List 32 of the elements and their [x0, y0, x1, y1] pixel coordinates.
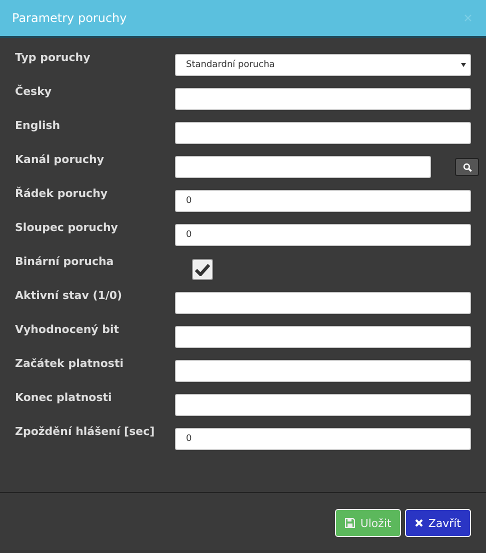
close-icon[interactable]: [464, 14, 472, 22]
input-field[interactable]: 0: [175, 190, 471, 212]
input-field[interactable]: [175, 122, 471, 144]
input-field[interactable]: [175, 360, 471, 382]
close-icon: [415, 519, 424, 527]
close-button[interactable]: Zavřít: [405, 509, 471, 537]
check-icon: [195, 262, 210, 276]
dialog-title: Parametry poruchy: [12, 11, 127, 25]
field-label: Aktivní stav (1/0): [15, 289, 124, 302]
caret-icon: [461, 63, 466, 67]
search-icon: [462, 162, 472, 172]
field-label: Kanál poruchy: [15, 153, 106, 166]
search-button[interactable]: [455, 158, 479, 176]
input-field[interactable]: [175, 394, 471, 416]
input-field[interactable]: [175, 88, 471, 110]
field-label: Vyhodnocený bit: [15, 323, 120, 336]
type-dropdown[interactable]: Standardní porucha: [175, 54, 471, 76]
input-field[interactable]: [175, 326, 471, 348]
field-label: English: [15, 119, 62, 132]
checkbox[interactable]: [192, 258, 213, 280]
field-label: Konec platnosti: [15, 391, 113, 404]
input-field[interactable]: [175, 156, 431, 178]
input-field[interactable]: [175, 292, 471, 314]
input-field[interactable]: 0: [175, 224, 471, 246]
field-label: Zpoždění hlášení [sec]: [15, 425, 156, 438]
input-field[interactable]: 0: [175, 428, 471, 450]
field-label: Řádek poruchy: [15, 187, 109, 200]
field-label: Začátek platnosti: [15, 357, 124, 370]
field-label: Sloupec poruchy: [15, 221, 119, 234]
field-label: Binární porucha: [15, 255, 115, 268]
field-label: Česky: [15, 85, 53, 98]
field-label: Typ poruchy: [15, 51, 92, 64]
